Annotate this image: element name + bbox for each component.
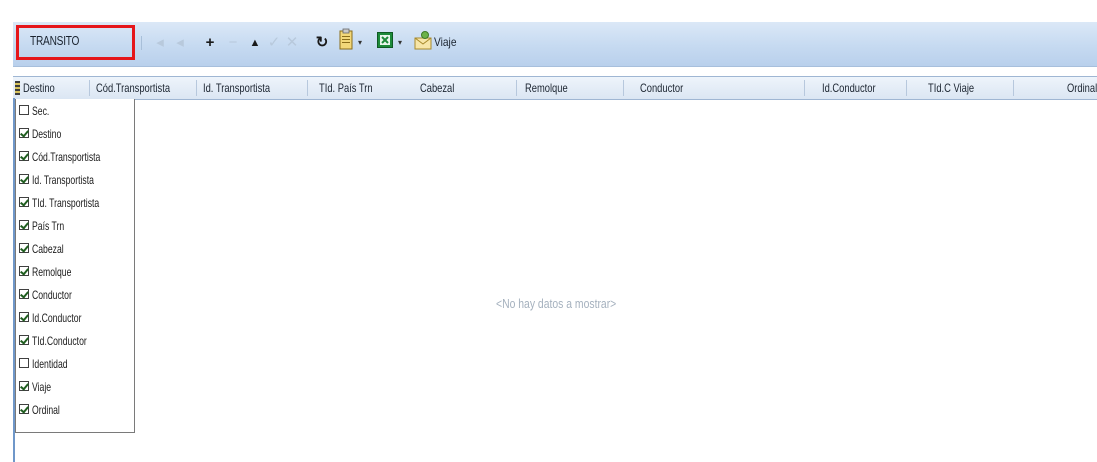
checkbox[interactable] — [19, 312, 29, 322]
chooser-item-label: Viaje — [32, 380, 52, 394]
chooser-item-label: Conductor — [32, 288, 72, 302]
column-header-tid-c-viaje[interactable]: TId.C Viaje — [928, 77, 974, 99]
refresh-button[interactable]: ↻ — [313, 33, 331, 53]
chooser-item-label: TId.Conductor — [32, 334, 87, 348]
column-chooser-button[interactable] — [15, 81, 20, 95]
empty-grid-message: <No hay datos a mostrar> — [496, 296, 617, 311]
checkbox[interactable] — [19, 266, 29, 276]
column-chooser-list: Sec. Destino Cód.Transportista Id. Trans… — [15, 99, 135, 433]
column-header-id-conductor[interactable]: Id.Conductor — [822, 77, 876, 99]
chooser-item-label: Sec. — [32, 104, 50, 118]
clipboard-dropdown-icon[interactable]: ▾ — [356, 33, 364, 53]
remove-button[interactable]: − — [225, 33, 241, 53]
checkbox[interactable] — [19, 335, 29, 345]
excel-export-icon[interactable] — [377, 32, 393, 48]
chooser-item-label: País Trn — [32, 219, 65, 233]
chooser-item-label: Remolque — [32, 265, 72, 279]
column-header-cod-transportista[interactable]: Cód.Transportista — [96, 77, 170, 99]
first-record-icon[interactable]: ◂ — [153, 33, 167, 53]
chooser-item-label: Cabezal — [32, 242, 64, 256]
add-button[interactable]: + — [201, 33, 219, 53]
toolbar-title: TRANSITO — [30, 33, 80, 48]
checkbox[interactable] — [19, 243, 29, 253]
clipboard-icon[interactable] — [339, 28, 353, 50]
prev-record-icon[interactable]: ◂ — [173, 33, 187, 53]
column-separator[interactable] — [89, 80, 90, 96]
column-header-destino[interactable]: Destino — [23, 77, 55, 99]
checkbox[interactable] — [19, 128, 29, 138]
checkbox[interactable] — [19, 220, 29, 230]
checkbox[interactable] — [19, 174, 29, 184]
viaje-label[interactable]: Viaje — [434, 35, 456, 49]
column-header-ordinal[interactable]: Ordinal — [1067, 77, 1097, 99]
column-header-tid-pais-trn[interactable]: TId. País Trn — [319, 77, 373, 99]
checkbox[interactable] — [19, 289, 29, 299]
column-header-remolque[interactable]: Remolque — [525, 77, 568, 99]
chooser-item-label: TId. Transportista — [32, 196, 100, 210]
chooser-item-label: Id.Conductor — [32, 311, 82, 325]
checkbox[interactable] — [19, 381, 29, 391]
column-separator[interactable] — [307, 80, 308, 96]
checkbox[interactable] — [19, 404, 29, 414]
column-header-conductor[interactable]: Conductor — [640, 77, 683, 99]
chooser-item-label: Id. Transportista — [32, 173, 94, 187]
chooser-item-label: Destino — [32, 127, 62, 141]
viaje-icon[interactable] — [414, 30, 432, 50]
chooser-item-label: Identidad — [32, 357, 68, 371]
column-header-id-transportista[interactable]: Id. Transportista — [203, 77, 270, 99]
move-up-button[interactable]: ▲ — [247, 33, 263, 53]
column-separator[interactable] — [516, 80, 517, 96]
excel-dropdown-icon[interactable]: ▾ — [396, 33, 404, 53]
chooser-item-label: Ordinal — [32, 403, 60, 417]
toolbar: TRANSITO ◂ ◂ + − ▲ ✓ ✕ ↻ ▾ ▾ Viaje — [13, 22, 1097, 67]
checkbox[interactable] — [19, 105, 29, 115]
checkbox[interactable] — [19, 358, 29, 368]
checkbox[interactable] — [19, 197, 29, 207]
checkbox[interactable] — [19, 151, 29, 161]
check-icon[interactable]: ✓ — [267, 33, 281, 53]
column-separator[interactable] — [906, 80, 907, 96]
column-separator[interactable] — [804, 80, 805, 96]
column-separator[interactable] — [196, 80, 197, 96]
app-window: TRANSITO ◂ ◂ + − ▲ ✓ ✕ ↻ ▾ ▾ Viaje Desti… — [0, 0, 1097, 462]
column-separator[interactable] — [623, 80, 624, 96]
chooser-item-label: Cód.Transportista — [32, 150, 101, 164]
grid-header: Destino Cód.Transportista Id. Transporti… — [13, 76, 1097, 100]
toolbar-separator — [141, 36, 142, 50]
column-header-cabezal[interactable]: Cabezal — [420, 77, 454, 99]
cancel-icon[interactable]: ✕ — [285, 33, 299, 53]
column-separator[interactable] — [1013, 80, 1014, 96]
